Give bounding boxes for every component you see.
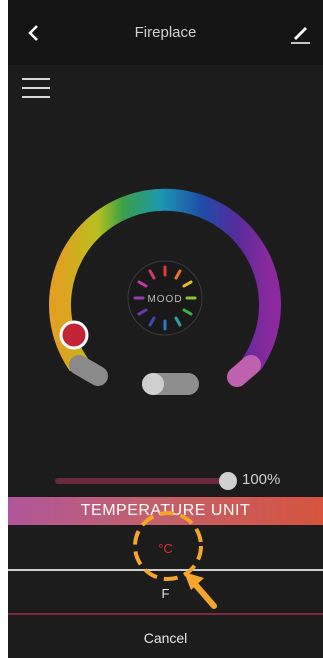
sheet-divider xyxy=(8,613,323,615)
hamburger-menu-icon xyxy=(22,78,50,80)
temperature-unit-title: TEMPERATURE UNIT xyxy=(8,497,323,525)
menu-button[interactable] xyxy=(22,78,50,100)
mood-color-dial: MOOD xyxy=(49,188,281,387)
chevron-left-icon xyxy=(28,25,38,41)
mood-center-button[interactable]: MOOD xyxy=(127,260,203,336)
option-divider xyxy=(8,569,323,571)
back-button[interactable] xyxy=(20,19,48,47)
arc-start-cap xyxy=(69,355,108,386)
app-header: Fireplace xyxy=(8,0,323,65)
app-screen: Fireplace MOOD 100% TEMPERATURE UNIT °C … xyxy=(8,0,323,658)
brightness-value: 100% xyxy=(242,471,281,488)
option-celsius[interactable]: °C xyxy=(8,527,323,569)
mood-label: MOOD xyxy=(147,294,182,305)
mode-toggle[interactable] xyxy=(142,373,199,395)
brightness-slider[interactable] xyxy=(55,478,233,484)
pencil-edit-icon xyxy=(291,27,310,44)
option-fahrenheit[interactable]: F xyxy=(8,572,323,614)
edit-button[interactable] xyxy=(287,20,313,46)
dial-handle[interactable] xyxy=(59,320,89,350)
cancel-button[interactable]: Cancel xyxy=(8,618,323,658)
arc-end-cap xyxy=(227,355,261,387)
brightness-slider-knob[interactable] xyxy=(219,472,237,490)
page-title: Fireplace xyxy=(134,24,197,41)
toggle-knob xyxy=(142,373,164,395)
